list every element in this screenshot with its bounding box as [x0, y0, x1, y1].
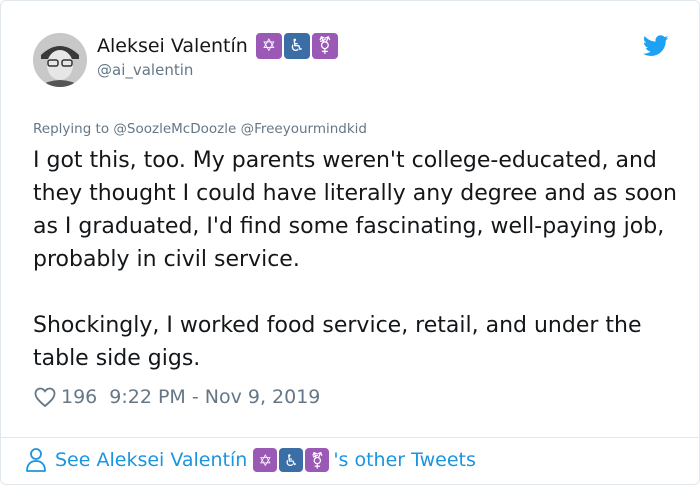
reply-mention-1[interactable]: @SoozleMcDoozle — [113, 121, 236, 137]
transgender-symbol-icon: ⚧ — [305, 448, 330, 472]
like-count: 196 — [61, 386, 98, 408]
author-handle[interactable]: @ai_valentin — [97, 61, 193, 79]
reply-mention-2[interactable]: @Freeyourmindkid — [241, 121, 367, 137]
author-name-row: Aleksei Valentín ✡ ♿ ⚧ — [97, 33, 340, 59]
tweet-paragraph: Shockingly, I worked food service, retai… — [33, 313, 642, 371]
like-button[interactable]: 196 — [33, 385, 97, 409]
tweet-text: I got this, too. My parents weren't coll… — [33, 144, 683, 375]
heart-icon — [34, 387, 56, 408]
divider — [1, 437, 699, 438]
star-of-david-icon: ✡ — [255, 33, 282, 59]
tweet-timestamp[interactable]: 9:22 PM - Nov 9, 2019 — [109, 386, 320, 408]
twitter-bird-icon[interactable] — [642, 35, 669, 61]
avatar[interactable] — [33, 33, 87, 87]
footer-emojis: ✡ ♿ ⚧ — [253, 448, 331, 472]
footer-suffix: 's other Tweets — [333, 449, 476, 471]
reply-context: Replying to @SoozleMcDoozle @Freeyourmin… — [33, 121, 367, 137]
author-name[interactable]: Aleksei Valentín — [97, 35, 248, 57]
transgender-symbol-icon: ⚧ — [311, 33, 338, 59]
wheelchair-icon: ♿ — [283, 33, 310, 59]
author-emojis: ✡ ♿ ⚧ — [255, 33, 340, 59]
wheelchair-icon: ♿ — [279, 448, 304, 472]
tweet-meta: 196 9:22 PM - Nov 9, 2019 — [33, 385, 320, 409]
star-of-david-icon: ✡ — [253, 448, 278, 472]
footer-prefix: See Aleksei Valentín — [55, 449, 248, 471]
person-icon — [26, 448, 46, 472]
tweet-paragraph: I got this, too. My parents weren't coll… — [33, 148, 677, 272]
see-other-tweets-link[interactable]: See Aleksei Valentín ✡ ♿ ⚧ 's other Twee… — [25, 447, 476, 473]
reply-prefix: Replying to — [33, 121, 110, 137]
tweet-card: Aleksei Valentín ✡ ♿ ⚧ @ai_valentin Repl… — [0, 0, 700, 485]
